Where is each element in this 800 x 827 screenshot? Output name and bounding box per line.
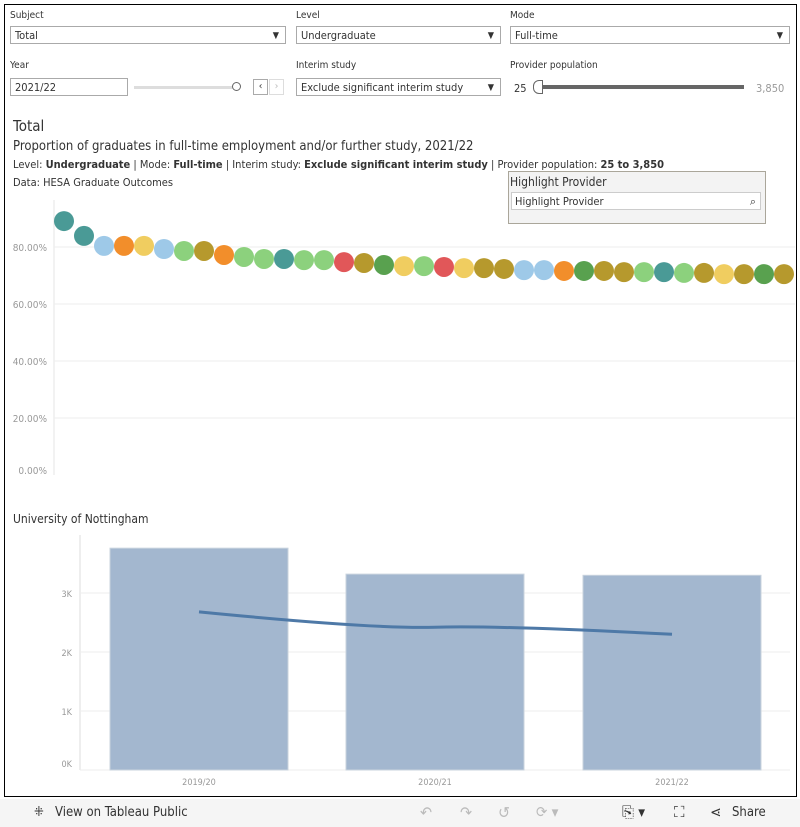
provider-dot (674, 262, 694, 283)
provider-dot (94, 235, 114, 256)
search-icon: ⌕ (749, 195, 756, 208)
provider-dot (74, 225, 94, 246)
highlight-provider-input[interactable]: Highlight Provider ⌕ (511, 192, 761, 210)
provider-dot (334, 252, 354, 273)
share-button[interactable]: Share (732, 805, 766, 820)
highlight-placeholder: Highlight Provider (515, 195, 604, 208)
provider-dot (374, 254, 394, 275)
y-tick-label: 20.00% (13, 414, 48, 425)
bar (109, 547, 289, 771)
provider-dot (274, 248, 294, 269)
provider-dot (534, 260, 554, 281)
tableau-logo-icon: ⁜ (34, 805, 44, 820)
provider-dot (654, 262, 674, 283)
provider-dot (514, 260, 534, 281)
provider-dot (394, 256, 414, 277)
bar (582, 574, 762, 771)
provider-dot (694, 262, 714, 283)
provider-dot (234, 246, 254, 267)
provider-dot (294, 250, 314, 271)
undo-icon[interactable]: ↶ (420, 803, 432, 822)
provider-dot (214, 244, 234, 265)
bar-chart-title: University of Nottingham (13, 512, 149, 526)
provider-dot (754, 264, 774, 285)
provider-dot (134, 235, 154, 256)
y-tick-label: 0K (62, 760, 73, 770)
provider-dot (554, 260, 574, 281)
provider-dot (594, 260, 614, 281)
provider-dot (494, 258, 514, 279)
y-tick-label: 2K (62, 649, 73, 659)
y-tick-label: 60.00% (13, 300, 48, 311)
provider-dot (734, 264, 754, 285)
provider-dot (354, 252, 374, 273)
provider-dot (414, 256, 434, 277)
x-tick-label: 2019/20 (182, 778, 216, 788)
y-tick-label: 3K (62, 590, 73, 600)
refresh-icon[interactable]: ⟳ ▾ (536, 803, 558, 821)
provider-dot (614, 262, 634, 283)
share-icon[interactable]: ⋖ (710, 803, 721, 821)
bar (345, 573, 525, 771)
x-tick-label: 2020/21 (418, 778, 452, 788)
x-tick-label: 2021/22 (655, 778, 689, 788)
provider-dot (254, 248, 274, 269)
provider-dot (774, 264, 794, 285)
y-tick-label: 0.00% (18, 466, 47, 477)
charts-svg: 0.00% 20.00% 40.00% 60.00% 80.00% University … (13, 200, 795, 788)
highlight-title: Highlight Provider (510, 175, 607, 189)
highlight-provider-panel: Highlight Provider Highlight Provider ⌕ (508, 171, 766, 224)
revert-icon[interactable]: ↺ (498, 803, 510, 822)
provider-dot (114, 235, 134, 256)
provider-dot (54, 211, 74, 232)
y-tick-label: 80.00% (13, 243, 48, 254)
provider-dot (314, 250, 334, 271)
provider-dot (714, 264, 734, 285)
redo-icon[interactable]: ↷ (460, 803, 472, 822)
download-icon[interactable]: ⎘ ▾ (622, 803, 645, 821)
provider-dot (194, 240, 214, 261)
fullscreen-icon[interactable]: ⛶ (674, 803, 685, 821)
provider-dot (634, 262, 654, 283)
provider-dot (154, 238, 174, 259)
provider-dot (174, 240, 194, 261)
y-tick-label: 1K (62, 708, 73, 718)
provider-dot (434, 256, 454, 277)
tableau-toolbar: ⁜ View on Tableau Public ↶ ↷ ↺ ⟳ ▾ ⎘ ▾ ⛶… (0, 799, 800, 827)
provider-dot (574, 260, 594, 281)
provider-dot (454, 258, 474, 279)
provider-dot (474, 258, 494, 279)
y-tick-label: 40.00% (13, 357, 48, 368)
view-on-tableau-link[interactable]: View on Tableau Public (55, 805, 188, 820)
